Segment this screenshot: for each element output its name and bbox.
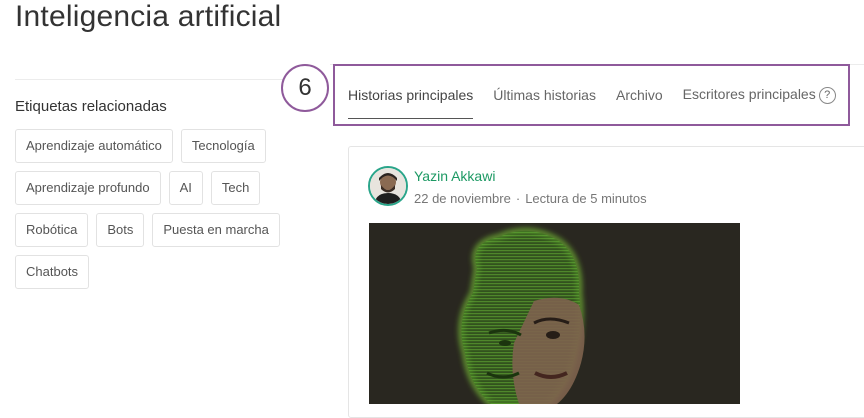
- tag-row: Robótica Bots Puesta en marcha: [15, 213, 315, 247]
- tag-aprendizaje-automatico[interactable]: Aprendizaje automático: [15, 129, 173, 163]
- tab-historias-principales[interactable]: Historias principales: [348, 87, 474, 119]
- tab-archivo[interactable]: Archivo: [616, 87, 663, 103]
- tag-puesta-en-marcha[interactable]: Puesta en marcha: [152, 213, 280, 247]
- tag-bots[interactable]: Bots: [96, 213, 145, 247]
- question-circle-icon[interactable]: ?: [818, 86, 836, 104]
- tag-aprendizaje-profundo[interactable]: Aprendizaje profundo: [15, 171, 161, 205]
- story-date: 22 de noviembre: [414, 191, 511, 206]
- tag-row: Chatbots: [15, 255, 315, 289]
- tag-ai[interactable]: AI: [168, 171, 203, 205]
- tag-row: Aprendizaje automático Tecnología: [15, 129, 315, 163]
- page-title: Inteligencia artificial: [15, 0, 282, 33]
- tab-bar: Historias principales Últimas historias …: [348, 86, 836, 119]
- tab-label: Escritores principales: [682, 86, 816, 102]
- tab-ultimas-historias[interactable]: Últimas historias: [493, 87, 596, 103]
- story-image[interactable]: [369, 223, 740, 404]
- related-tags: Aprendizaje automático Tecnología Aprend…: [15, 129, 315, 297]
- tab-escritores-principales[interactable]: Escritores principales?: [683, 86, 836, 104]
- tag-row: Aprendizaje profundo AI Tech: [15, 171, 315, 205]
- meta-separator: ·: [515, 191, 521, 206]
- author-avatar[interactable]: [368, 166, 408, 206]
- tag-tech[interactable]: Tech: [210, 171, 261, 205]
- tag-robotica[interactable]: Robótica: [15, 213, 89, 247]
- divider: [15, 79, 325, 80]
- step-number-badge: 6: [281, 64, 329, 112]
- tag-chatbots[interactable]: Chatbots: [15, 255, 90, 289]
- related-tags-heading: Etiquetas relacionadas: [15, 98, 167, 115]
- story-read-time: Lectura de 5 minutos: [525, 191, 647, 206]
- tag-tecnologia[interactable]: Tecnología: [180, 129, 266, 163]
- author-name-link[interactable]: Yazin Akkawi: [414, 168, 495, 184]
- story-meta: 22 de noviembre · Lectura de 5 minutos: [414, 191, 647, 206]
